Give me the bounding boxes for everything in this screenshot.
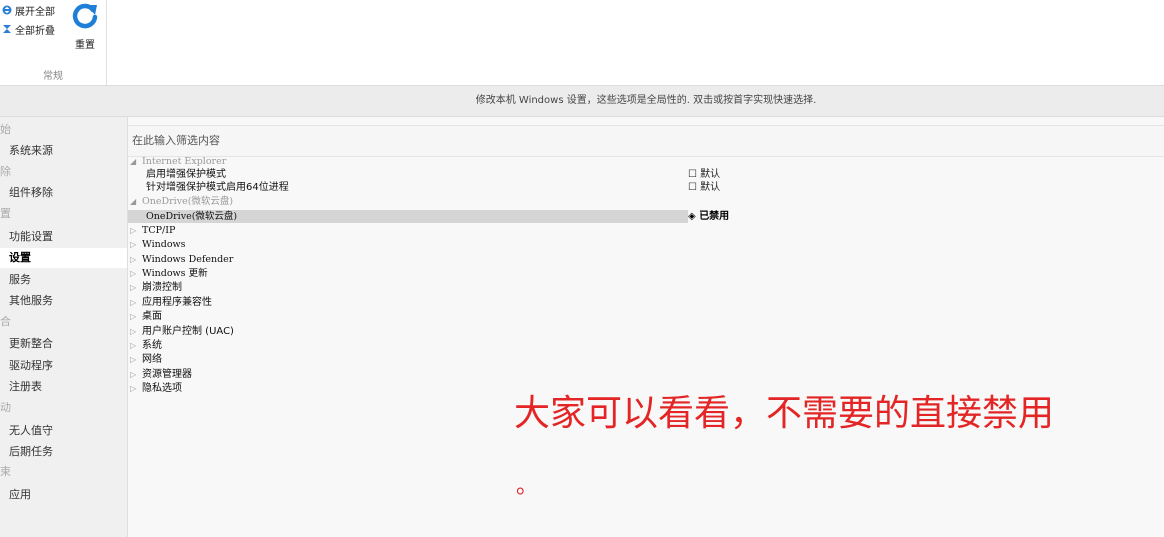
tree-item-value[interactable]: ☐ 默认 xyxy=(688,168,720,181)
sidebar-section-head: 始 xyxy=(0,123,11,136)
tree-group-windows-update[interactable]: ▷ Windows 更新 xyxy=(130,267,208,280)
sidebar-item-other-services[interactable]: 其他服务 xyxy=(9,292,53,310)
tree-item-64bit-epm[interactable]: 针对增强保护模式启用64位进程 xyxy=(146,181,289,194)
ribbon: 展开全部 全部折叠 重置 常规 xyxy=(0,0,1164,86)
tree-group-crash-control[interactable]: ▷ 崩溃控制 xyxy=(130,281,182,294)
tree-group-windows-defender[interactable]: ▷ Windows Defender xyxy=(130,253,233,266)
sidebar-item-services[interactable]: 服务 xyxy=(9,271,31,289)
tree-group-label: Windows xyxy=(142,239,186,250)
tree-group-label: 资源管理器 xyxy=(142,369,192,380)
filter-input[interactable] xyxy=(132,126,1152,154)
description-text: 修改本机 Windows 设置，这些选项是全局性的. 双击或按首字实现快速选择. xyxy=(475,95,817,106)
collapsed-arrow-icon: ▷ xyxy=(130,312,137,321)
sidebar-item-update-integration[interactable]: 更新整合 xyxy=(9,335,53,353)
collapsed-arrow-icon: ▷ xyxy=(130,240,137,249)
value-label: 已禁用 xyxy=(699,211,730,222)
tree-item-label: 启用增强保护模式 xyxy=(146,169,226,180)
expanded-arrow-icon: ◢ xyxy=(130,157,137,166)
tree-group-system[interactable]: ▷ 系统 xyxy=(130,339,162,352)
sidebar-item-feature-settings[interactable]: 功能设置 xyxy=(9,228,53,246)
settings-panel: ◢ Internet Explorer 启用增强保护模式 ☐ 默认 针对增强保护模… xyxy=(128,117,1164,537)
tree-group-explorer[interactable]: ▷ 资源管理器 xyxy=(130,368,192,381)
tree-group-label: 应用程序兼容性 xyxy=(142,297,212,308)
tree-item-onedrive[interactable]: OneDrive(微软云盘) xyxy=(146,210,237,223)
tree-item-label: OneDrive(微软云盘) xyxy=(146,211,238,222)
collapse-icon xyxy=(2,24,12,34)
value-label: 默认 xyxy=(700,182,721,193)
tree-group-label: Windows Defender xyxy=(142,254,234,265)
sidebar-section-head: 合 xyxy=(0,315,11,328)
reset-button[interactable]: 重置 xyxy=(66,2,104,52)
tree-group-label: Windows 更新 xyxy=(142,268,208,279)
checkbox-icon: ☐ xyxy=(688,182,697,193)
tree-group-label: Internet Explorer xyxy=(142,156,227,167)
sidebar-item-system-source[interactable]: 系统来源 xyxy=(9,142,53,160)
filter-bar xyxy=(128,125,1164,157)
collapsed-arrow-icon: ▷ xyxy=(130,327,137,336)
reset-label: 重置 xyxy=(75,40,95,51)
sidebar-item-post-tasks[interactable]: 后期任务 xyxy=(9,443,53,461)
sidebar-item-registry[interactable]: 注册表 xyxy=(9,378,42,396)
collapsed-arrow-icon: ▷ xyxy=(130,283,137,292)
value-label: 默认 xyxy=(700,169,721,180)
expand-all-button[interactable]: 展开全部 xyxy=(2,2,55,18)
expand-icon xyxy=(2,5,12,15)
sidebar-item-unattended[interactable]: 无人值守 xyxy=(9,422,53,440)
collapsed-arrow-icon: ▷ xyxy=(130,341,137,350)
sidebar: 始 系统来源 除 组件移除 置 功能设置 设置 服务 其他服务 合 更新整合 驱… xyxy=(0,117,128,537)
tree-item-label: 针对增强保护模式启用64位进程 xyxy=(146,182,289,193)
tree-group-label: OneDrive(微软云盘) xyxy=(142,196,234,207)
collapsed-arrow-icon: ▷ xyxy=(130,269,137,278)
tree-group-label: 网络 xyxy=(142,354,162,365)
tree-group-app-compat[interactable]: ▷ 应用程序兼容性 xyxy=(130,296,212,309)
tree-group-label: TCP/IP xyxy=(142,225,176,236)
annotation-text: 大家可以看看，不需要的直接禁用 xyxy=(514,393,1055,434)
sidebar-item-settings[interactable]: 设置 xyxy=(9,249,31,267)
refresh-icon xyxy=(71,2,99,33)
annotation-text-period: 。 xyxy=(516,474,539,499)
tree-group-label: 隐私选项 xyxy=(142,383,182,394)
tree-item-enhanced-protected-mode[interactable]: 启用增强保护模式 xyxy=(146,168,226,181)
sidebar-item-drivers[interactable]: 驱动程序 xyxy=(9,357,53,375)
tree-group-network[interactable]: ▷ 网络 xyxy=(130,353,162,366)
tree-group-onedrive[interactable]: ◢ OneDrive(微软云盘) xyxy=(130,195,233,208)
collapse-all-button[interactable]: 全部折叠 xyxy=(2,21,55,37)
ribbon-group-caption: 常规 xyxy=(43,71,63,82)
tree-group-label: 用户账户控制 (UAC) xyxy=(142,326,234,337)
sidebar-item-apply[interactable]: 应用 xyxy=(9,486,31,504)
sidebar-section-head: 除 xyxy=(0,165,11,178)
tree-group-internet-explorer[interactable]: ◢ Internet Explorer xyxy=(130,155,226,168)
tree-group-label: 桌面 xyxy=(142,311,162,322)
tree-item-value[interactable]: ◈ 已禁用 xyxy=(688,210,729,223)
sidebar-section-head: 束 xyxy=(0,465,11,478)
sidebar-item-component-removal[interactable]: 组件移除 xyxy=(9,184,53,202)
description-bar: 修改本机 Windows 设置，这些选项是全局性的. 双击或按首字实现快速选择. xyxy=(0,86,1164,117)
tree-group-privacy[interactable]: ▷ 隐私选项 xyxy=(130,382,182,395)
collapsed-arrow-icon: ▷ xyxy=(130,384,137,393)
collapsed-arrow-icon: ▷ xyxy=(130,226,137,235)
collapsed-arrow-icon: ▷ xyxy=(130,298,137,307)
sidebar-section-head: 动 xyxy=(0,401,11,414)
checkbox-icon: ☐ xyxy=(688,169,697,180)
collapsed-arrow-icon: ▷ xyxy=(130,370,137,379)
tree-item-value[interactable]: ☐ 默认 xyxy=(688,181,720,194)
collapsed-arrow-icon: ▷ xyxy=(130,255,137,264)
collapsed-arrow-icon: ▷ xyxy=(130,355,137,364)
tree-group-uac[interactable]: ▷ 用户账户控制 (UAC) xyxy=(130,325,234,338)
tree-group-windows[interactable]: ▷ Windows xyxy=(130,238,186,251)
ribbon-group-general: 展开全部 全部折叠 重置 常规 xyxy=(0,0,107,85)
diamond-icon: ◈ xyxy=(688,211,696,222)
tree-group-label: 系统 xyxy=(142,340,162,351)
expanded-arrow-icon: ◢ xyxy=(130,197,137,206)
collapse-all-label: 全部折叠 xyxy=(15,25,55,37)
tree-group-tcpip[interactable]: ▷ TCP/IP xyxy=(130,224,175,237)
expand-all-label: 展开全部 xyxy=(15,6,55,18)
tree-group-label: 崩溃控制 xyxy=(142,282,182,293)
sidebar-section-head: 置 xyxy=(0,207,11,220)
tree-group-desktop[interactable]: ▷ 桌面 xyxy=(130,310,162,323)
